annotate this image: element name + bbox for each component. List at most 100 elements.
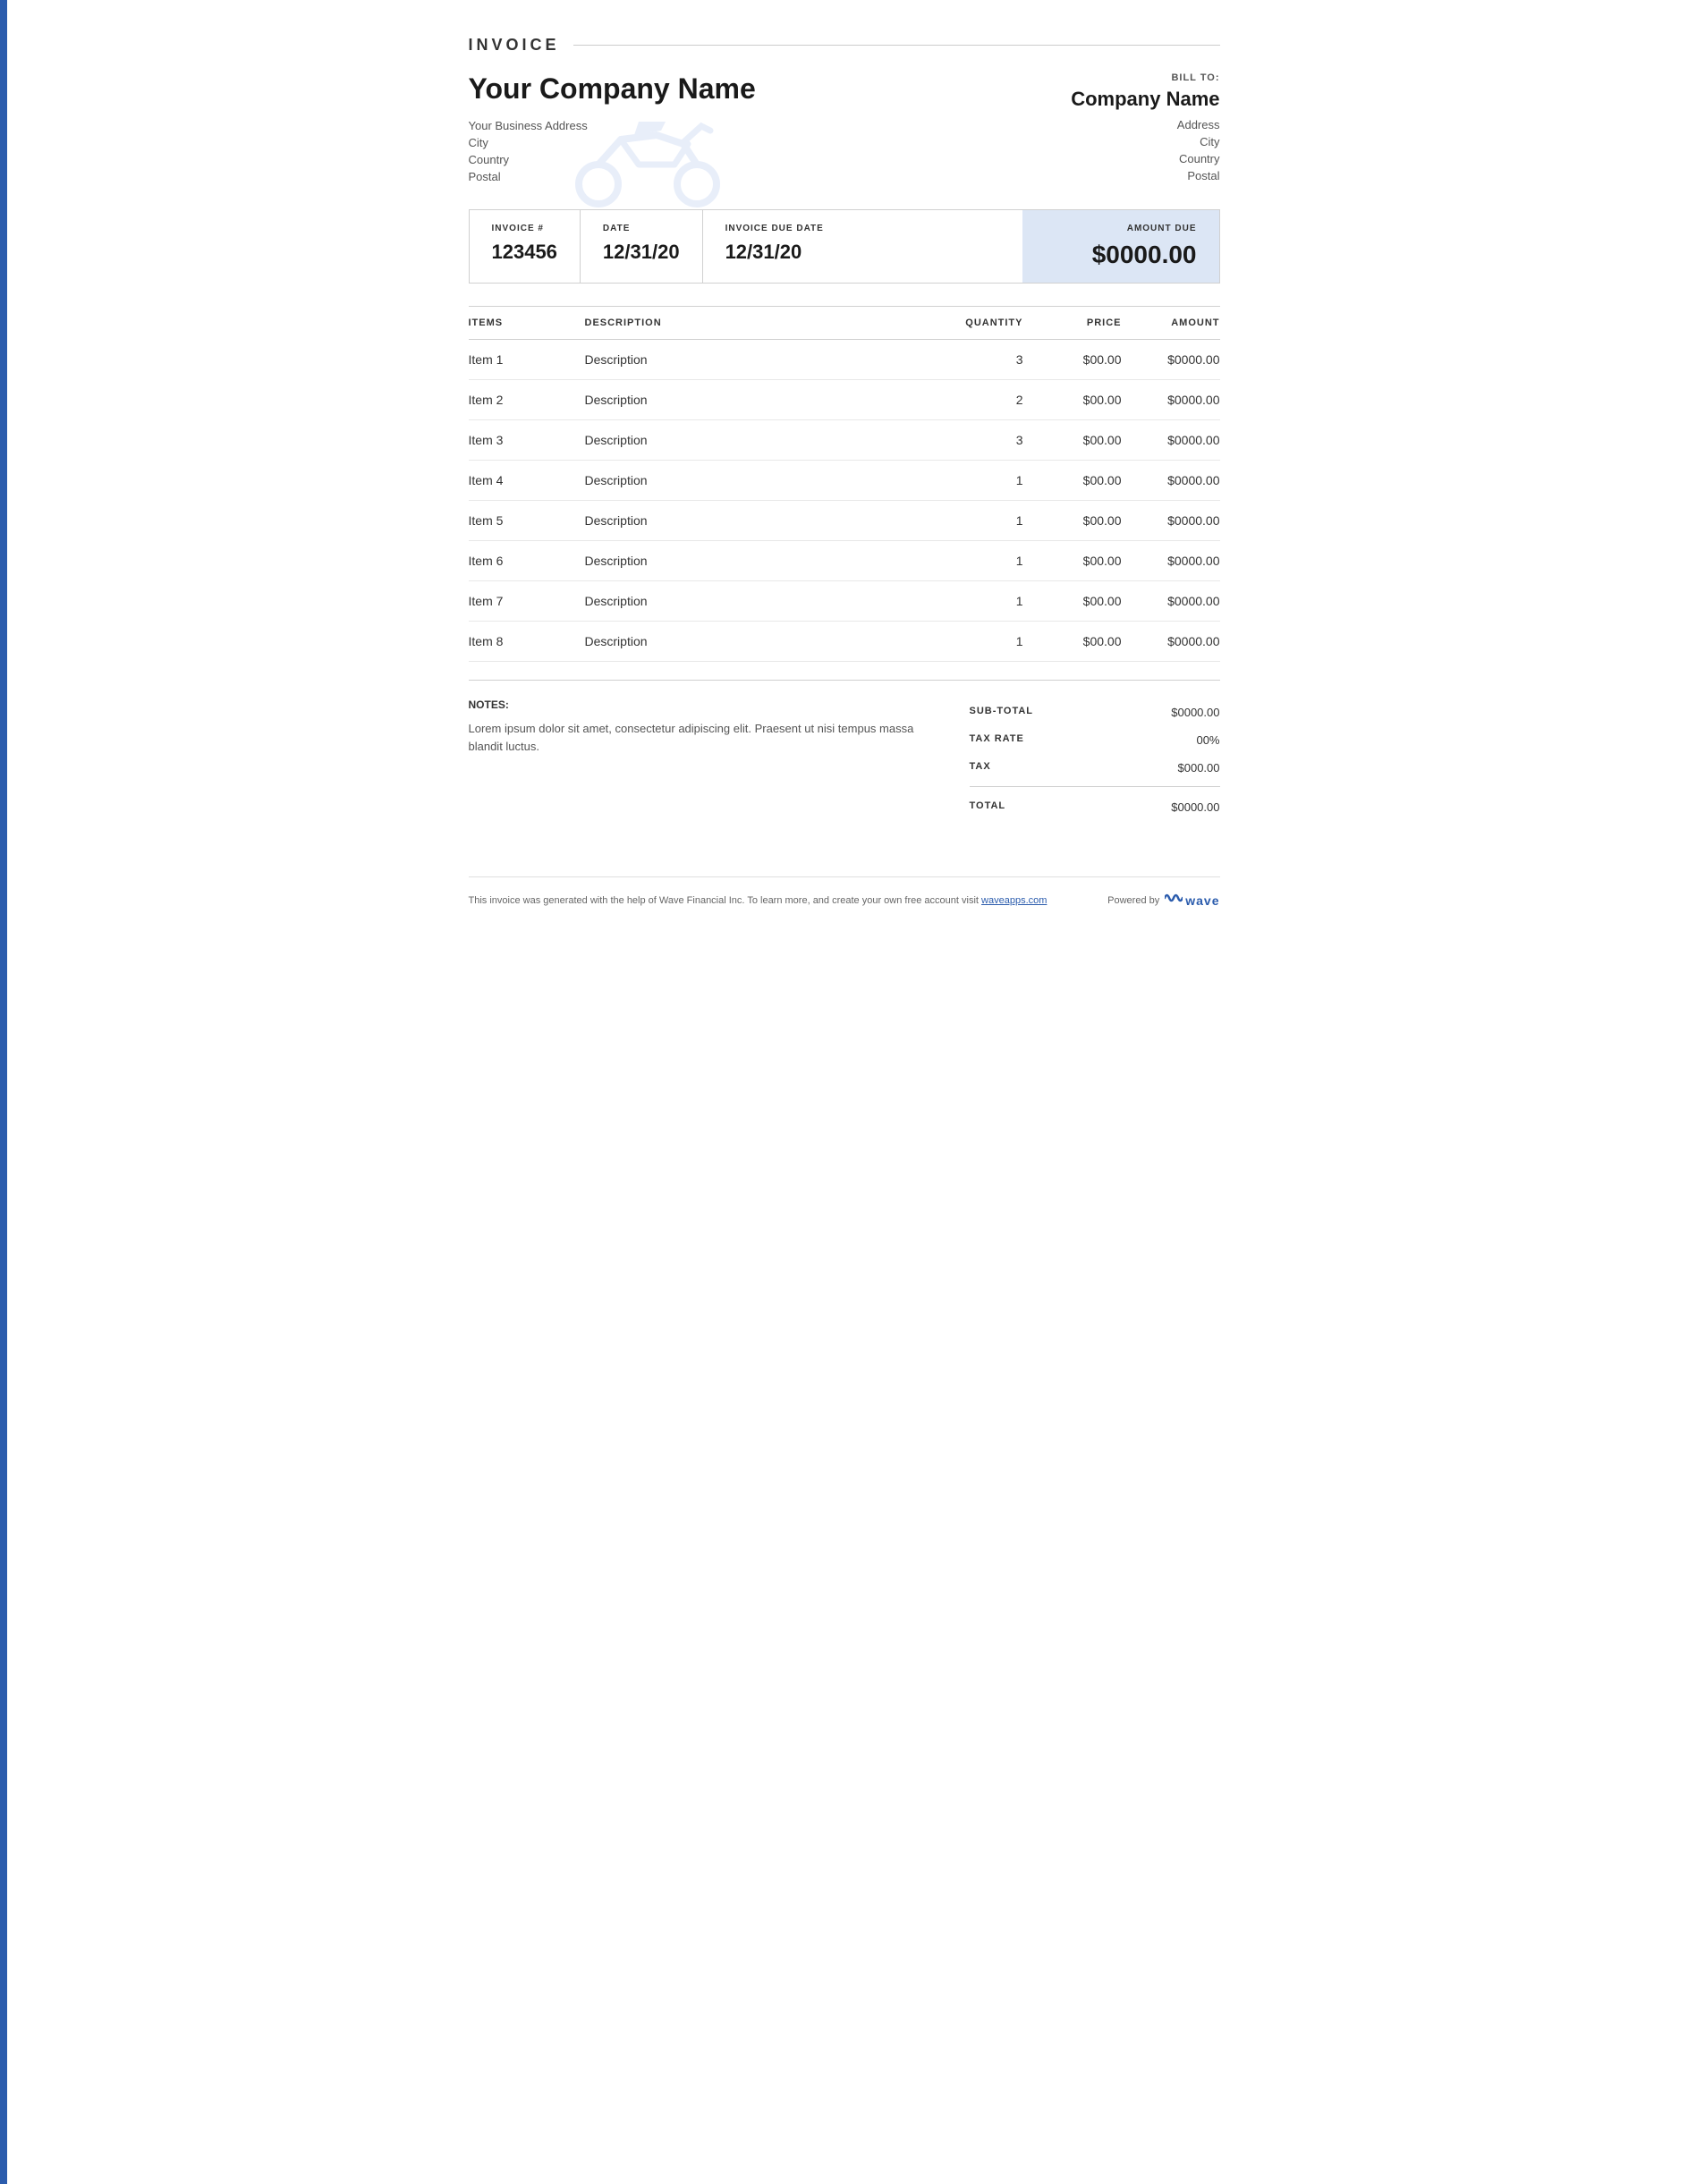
totals-divider xyxy=(970,786,1220,787)
table-header-row: ITEMS DESCRIPTION QUANTITY PRICE AMOUNT xyxy=(469,307,1220,340)
totals-block: SUB-TOTAL $0000.00 TAX RATE 00% TAX $000… xyxy=(970,698,1220,823)
row-description: Description xyxy=(585,461,934,501)
invoice-number-label: INVOICE # xyxy=(492,224,557,233)
accent-bar xyxy=(0,0,7,2184)
row-item: Item 8 xyxy=(469,622,585,662)
col-header-items: ITEMS xyxy=(469,307,585,340)
invoice-amount-cell: AMOUNT DUE $0000.00 xyxy=(1022,210,1219,283)
invoice-amount-value: $0000.00 xyxy=(1045,241,1197,269)
row-quantity: 1 xyxy=(934,461,1023,501)
row-price: $00.00 xyxy=(1023,541,1122,581)
row-description: Description xyxy=(585,340,934,380)
row-quantity: 1 xyxy=(934,581,1023,622)
col-header-quantity: QUANTITY xyxy=(934,307,1023,340)
notes-text: Lorem ipsum dolor sit amet, consectetur … xyxy=(469,720,916,755)
row-price: $00.00 xyxy=(1023,622,1122,662)
row-item: Item 7 xyxy=(469,581,585,622)
bottom-footer: This invoice was generated with the help… xyxy=(469,876,1220,910)
invoice-info-left: INVOICE # 123456 DATE 12/31/20 INVOICE D… xyxy=(470,210,1022,283)
watermark-icon xyxy=(558,63,737,229)
footer-link[interactable]: waveapps.com xyxy=(981,895,1047,906)
wave-logo-icon xyxy=(1165,891,1183,910)
invoice-title: INVOICE xyxy=(469,36,560,55)
tax-rate-label: TAX RATE xyxy=(970,733,1024,747)
row-price: $00.00 xyxy=(1023,501,1122,541)
invoice-due-date-label: INVOICE DUE DATE xyxy=(725,224,824,233)
row-quantity: 2 xyxy=(934,380,1023,420)
invoice-number-value: 123456 xyxy=(492,241,557,264)
wave-logo-text: wave xyxy=(1185,893,1219,908)
tax-value: $000.00 xyxy=(1178,761,1220,775)
table-row: Item 4 Description 1 $00.00 $0000.00 xyxy=(469,461,1220,501)
row-amount: $0000.00 xyxy=(1122,420,1220,461)
invoice-date-value: 12/31/20 xyxy=(603,241,680,264)
bill-to-address: Address xyxy=(1041,118,1220,131)
tax-rate-row: TAX RATE 00% xyxy=(970,726,1220,754)
subtotal-label: SUB-TOTAL xyxy=(970,706,1034,719)
row-amount: $0000.00 xyxy=(1122,340,1220,380)
bill-to-postal: Postal xyxy=(1041,169,1220,182)
table-row: Item 8 Description 1 $00.00 $0000.00 xyxy=(469,622,1220,662)
row-price: $00.00 xyxy=(1023,340,1122,380)
title-divider xyxy=(573,45,1220,46)
row-amount: $0000.00 xyxy=(1122,541,1220,581)
subtotal-value: $0000.00 xyxy=(1171,706,1219,719)
row-price: $00.00 xyxy=(1023,420,1122,461)
row-item: Item 2 xyxy=(469,380,585,420)
total-label: TOTAL xyxy=(970,800,1006,814)
col-header-price: PRICE xyxy=(1023,307,1122,340)
total-value: $0000.00 xyxy=(1171,800,1219,814)
footer-section: NOTES: Lorem ipsum dolor sit amet, conse… xyxy=(469,680,1220,823)
table-row: Item 6 Description 1 $00.00 $0000.00 xyxy=(469,541,1220,581)
table-row: Item 5 Description 1 $00.00 $0000.00 xyxy=(469,501,1220,541)
footer-text-content: This invoice was generated with the help… xyxy=(469,895,979,906)
row-item: Item 1 xyxy=(469,340,585,380)
row-price: $00.00 xyxy=(1023,581,1122,622)
company-left: Your Company Name Your Business Address … xyxy=(469,72,756,187)
table-row: Item 1 Description 3 $00.00 $0000.00 xyxy=(469,340,1220,380)
row-item: Item 4 xyxy=(469,461,585,501)
row-quantity: 3 xyxy=(934,340,1023,380)
row-description: Description xyxy=(585,541,934,581)
row-price: $00.00 xyxy=(1023,380,1122,420)
row-quantity: 3 xyxy=(934,420,1023,461)
notes-block: NOTES: Lorem ipsum dolor sit amet, conse… xyxy=(469,698,916,823)
col-header-description: DESCRIPTION xyxy=(585,307,934,340)
row-amount: $0000.00 xyxy=(1122,461,1220,501)
bill-to-label: BILL TO: xyxy=(1041,72,1220,83)
row-item: Item 5 xyxy=(469,501,585,541)
subtotal-row: SUB-TOTAL $0000.00 xyxy=(970,698,1220,726)
footer-text: This invoice was generated with the help… xyxy=(469,895,1048,906)
row-item: Item 3 xyxy=(469,420,585,461)
row-item: Item 6 xyxy=(469,541,585,581)
row-description: Description xyxy=(585,380,934,420)
tax-label: TAX xyxy=(970,761,991,775)
invoice-due-date-value: 12/31/20 xyxy=(725,241,824,264)
items-table: ITEMS DESCRIPTION QUANTITY PRICE AMOUNT … xyxy=(469,306,1220,662)
row-description: Description xyxy=(585,501,934,541)
row-amount: $0000.00 xyxy=(1122,581,1220,622)
table-row: Item 3 Description 3 $00.00 $0000.00 xyxy=(469,420,1220,461)
row-amount: $0000.00 xyxy=(1122,380,1220,420)
tax-row: TAX $000.00 xyxy=(970,754,1220,782)
row-description: Description xyxy=(585,622,934,662)
col-header-amount: AMOUNT xyxy=(1122,307,1220,340)
row-quantity: 1 xyxy=(934,622,1023,662)
bill-to-company-name: Company Name xyxy=(1041,88,1220,111)
row-description: Description xyxy=(585,581,934,622)
row-amount: $0000.00 xyxy=(1122,501,1220,541)
company-block: Your Company Name Your Business Address … xyxy=(469,72,1220,187)
powered-by: Powered by wave xyxy=(1107,891,1219,910)
invoice-amount-label: AMOUNT DUE xyxy=(1045,224,1197,233)
table-row: Item 2 Description 2 $00.00 $0000.00 xyxy=(469,380,1220,420)
table-row: Item 7 Description 1 $00.00 $0000.00 xyxy=(469,581,1220,622)
header-section: INVOICE Your Com xyxy=(469,36,1220,187)
row-quantity: 1 xyxy=(934,501,1023,541)
bill-to-block: BILL TO: Company Name Address City Count… xyxy=(1041,72,1220,186)
row-quantity: 1 xyxy=(934,541,1023,581)
invoice-title-row: INVOICE xyxy=(469,36,1220,55)
powered-by-text: Powered by xyxy=(1107,895,1159,906)
row-amount: $0000.00 xyxy=(1122,622,1220,662)
wave-logo: wave xyxy=(1165,891,1219,910)
notes-label: NOTES: xyxy=(469,698,916,711)
